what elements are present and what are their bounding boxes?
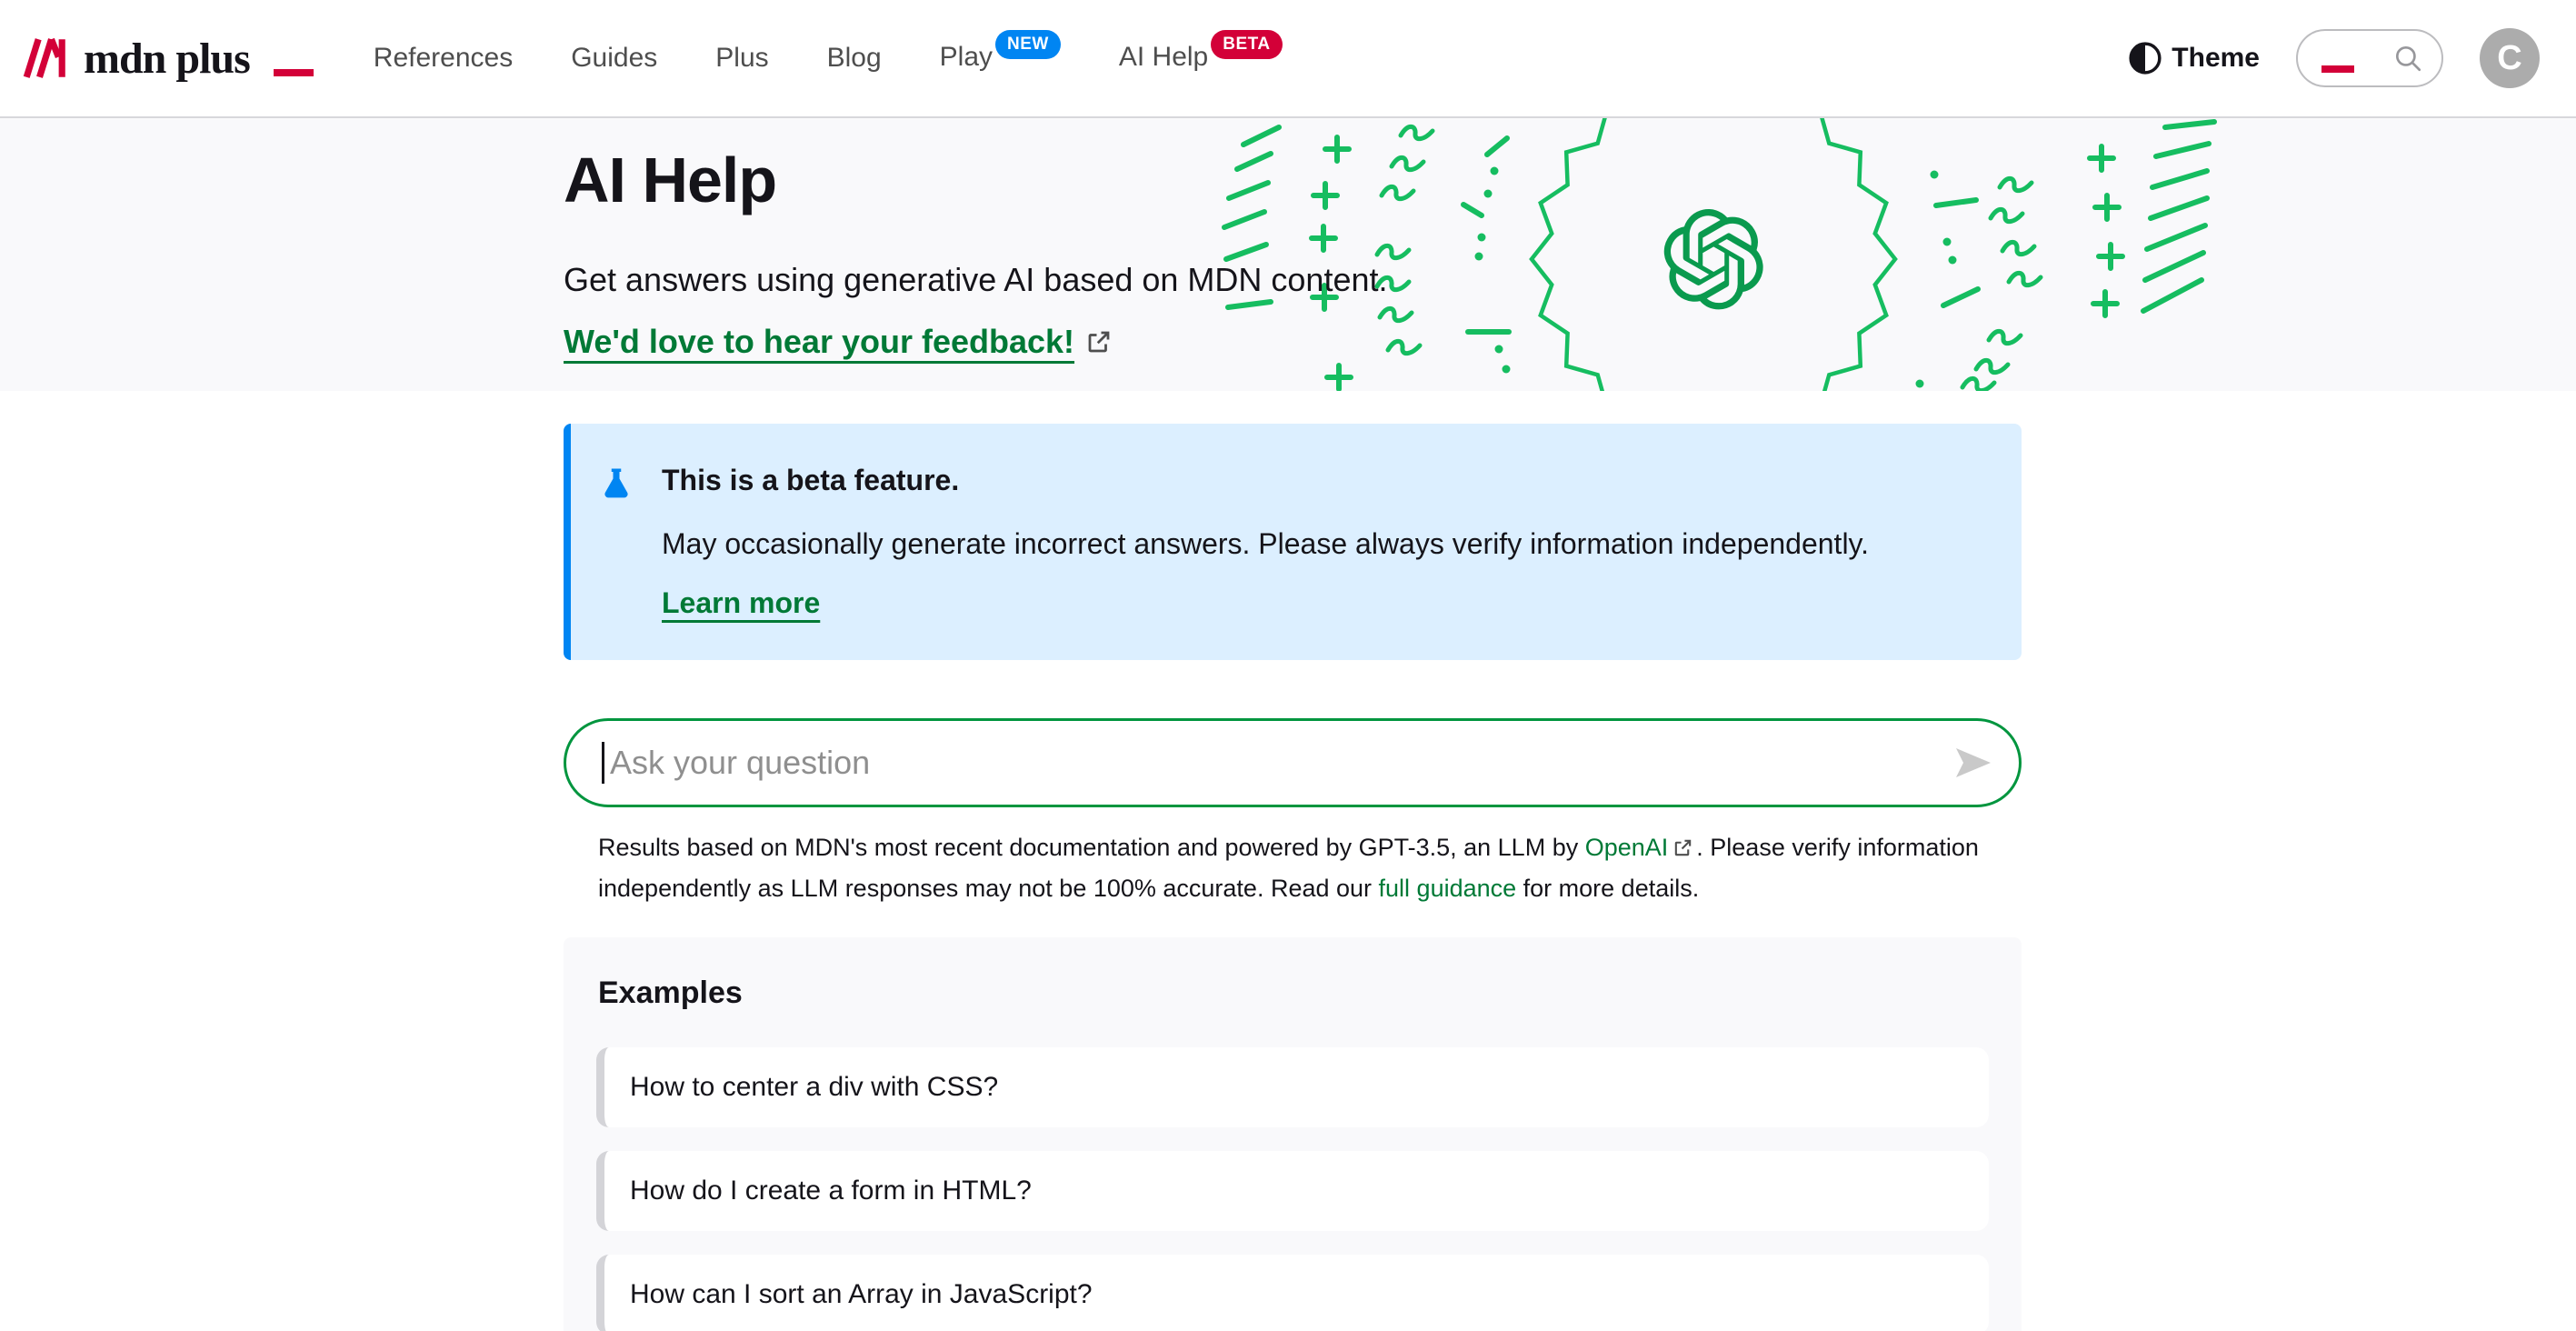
- examples-heading: Examples: [598, 976, 1989, 1011]
- submit-question-button[interactable]: [1951, 741, 1994, 785]
- example-question-center-div[interactable]: How to center a div with CSS?: [596, 1047, 1989, 1127]
- nav-item-blog[interactable]: Blog: [827, 43, 882, 73]
- notice-body: May occasionally generate incorrect answ…: [662, 527, 1978, 561]
- site-search-input[interactable]: [2296, 29, 2443, 87]
- theme-toggle-button[interactable]: Theme: [2128, 41, 2260, 75]
- artwork-plus-signs: [1312, 137, 2122, 389]
- theme-label: Theme: [2172, 43, 2260, 74]
- ai-help-page: mdn plus References Guides Plus Blog Pla…: [0, 0, 2576, 1331]
- ai-help-hero: AI Help Get answers using generative AI …: [0, 118, 2576, 391]
- search-cursor-hint: [2321, 65, 2354, 73]
- example-question-sort-array[interactable]: How can I sort an Array in JavaScript?: [596, 1255, 1989, 1331]
- question-input[interactable]: [564, 718, 2022, 807]
- search-icon[interactable]: [2392, 43, 2423, 74]
- external-link-icon: [1085, 328, 1113, 355]
- nav-item-play[interactable]: PlayNEW: [940, 42, 1061, 72]
- nav-item-ai-help[interactable]: AI HelpBETA: [1119, 42, 1283, 72]
- logo-underscore: [274, 69, 314, 76]
- header-actions: Theme C: [2128, 28, 2540, 88]
- openai-logo-icon: [1664, 209, 1763, 309]
- main-nav: References Guides Plus Blog PlayNEW AI H…: [374, 42, 1283, 75]
- logo-wordmark: mdn plus: [84, 34, 250, 84]
- text-caret: [602, 742, 604, 784]
- nav-item-plus[interactable]: Plus: [715, 43, 768, 73]
- notice-title: This is a beta feature.: [662, 464, 1978, 497]
- examples-list: How to center a div with CSS? How do I c…: [596, 1047, 1989, 1331]
- beta-badge: BETA: [1211, 30, 1282, 59]
- top-navigation-bar: mdn plus References Guides Plus Blog Pla…: [0, 0, 2576, 118]
- user-avatar[interactable]: C: [2480, 28, 2540, 88]
- mdn-plus-logo[interactable]: mdn plus: [22, 30, 314, 86]
- hero-content: AI Help Get answers using generative AI …: [564, 118, 1388, 361]
- ai-disclaimer: Results based on MDN's most recent docum…: [598, 827, 2022, 908]
- question-input-group: [564, 718, 2022, 807]
- new-badge: NEW: [995, 30, 1061, 59]
- nav-item-guides[interactable]: Guides: [571, 43, 657, 73]
- artwork-zigzag-ring: [1532, 118, 1895, 391]
- send-arrow-icon: [1951, 741, 1994, 785]
- full-guidance-link[interactable]: full guidance: [1379, 875, 1517, 902]
- feedback-link[interactable]: We'd love to hear your feedback!: [564, 323, 1113, 361]
- learn-more-link[interactable]: Learn more: [662, 586, 820, 620]
- page-subtitle: Get answers using generative AI based on…: [564, 261, 1388, 299]
- examples-section: Examples How to center a div with CSS? H…: [564, 937, 2022, 1331]
- page-title: AI Help: [564, 145, 1388, 215]
- mdn-m-icon: [22, 30, 69, 86]
- theme-contrast-icon: [2128, 41, 2162, 75]
- beta-notice-card: This is a beta feature. May occasionally…: [564, 424, 2022, 660]
- openai-link[interactable]: OpenAI: [1585, 834, 1669, 861]
- beaker-flask-icon: [597, 465, 635, 504]
- nav-item-references[interactable]: References: [374, 43, 513, 73]
- example-question-create-form[interactable]: How do I create a form in HTML?: [596, 1151, 1989, 1231]
- external-link-icon: [1672, 837, 1693, 858]
